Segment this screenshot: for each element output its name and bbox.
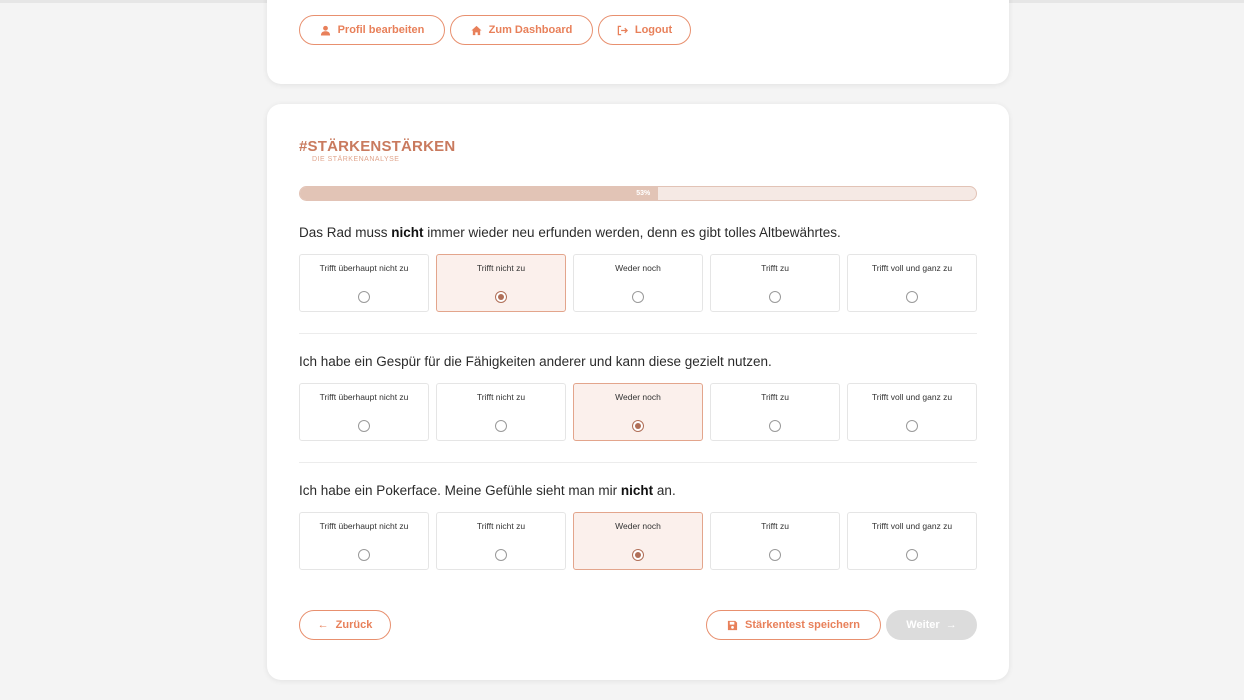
answer-option-label: Trifft voll und ganz zu [871,263,953,273]
answer-option[interactable]: Trifft zu [710,254,840,312]
radio-button[interactable] [906,420,918,432]
edit-profile-label: Profil bearbeiten [337,24,425,36]
answer-option[interactable]: Trifft zu [710,383,840,441]
radio-button[interactable] [769,420,781,432]
logout-button[interactable]: Logout [598,15,691,45]
question-3: Ich habe ein Pokerface. Meine Gefühle si… [299,483,979,570]
question-1: Das Rad muss nicht immer wieder neu erfu… [299,225,979,312]
logout-icon [617,25,628,35]
answer-option-label: Trifft überhaupt nicht zu [319,521,409,531]
answer-option[interactable]: Weder noch [573,254,703,312]
answer-option[interactable]: Trifft nicht zu [436,512,566,570]
back-label: Zurück [335,619,373,631]
answer-option[interactable]: Trifft nicht zu [436,383,566,441]
answer-option[interactable]: Trifft voll und ganz zu [847,512,977,570]
question-text: Das Rad muss nicht immer wieder neu erfu… [299,225,841,240]
answer-option[interactable]: Trifft voll und ganz zu [847,254,977,312]
radio-button[interactable] [769,549,781,561]
radio-button[interactable] [906,291,918,303]
answer-option-label: Trifft zu [761,521,789,531]
answer-option-label: Trifft nicht zu [476,263,526,273]
radio-button[interactable] [632,549,644,561]
answer-option-label: Weder noch [615,263,661,273]
save-test-button[interactable]: Stärkentest speichern [706,610,881,640]
answer-option-label: Trifft nicht zu [476,521,526,531]
answer-option[interactable]: Trifft nicht zu [436,254,566,312]
answer-option-label: Trifft nicht zu [476,392,526,402]
radio-button[interactable] [769,291,781,303]
edit-profile-button[interactable]: Profil bearbeiten [299,15,445,45]
radio-button[interactable] [495,420,507,432]
answer-option[interactable]: Trifft zu [710,512,840,570]
progress-fill: 53% [300,187,659,200]
divider [299,333,977,334]
answer-option-label: Trifft zu [761,263,789,273]
answer-options: Trifft überhaupt nicht zu Trifft nicht zu… [299,254,979,312]
question-text: Ich habe ein Pokerface. Meine Gefühle si… [299,483,676,498]
answer-option-label: Weder noch [615,392,661,402]
user-icon [320,25,330,36]
progress-bar: 53% [299,186,977,201]
answer-option-label: Trifft überhaupt nicht zu [319,392,409,402]
profile-card: Profil bearbeiten Zum Dashboard Logout [267,0,1009,84]
arrow-right-icon: → [945,619,957,631]
radio-button[interactable] [495,291,507,303]
answer-option-label: Trifft zu [761,392,789,402]
next-label: Weiter [906,619,940,631]
logout-label: Logout [634,24,673,36]
answer-option[interactable]: Trifft überhaupt nicht zu [299,254,429,312]
dashboard-label: Zum Dashboard [488,24,573,36]
answer-option-label: Trifft voll und ganz zu [871,521,953,531]
answer-option-label: Trifft voll und ganz zu [871,392,953,402]
next-button[interactable]: Weiter → [886,610,977,640]
divider [299,462,977,463]
radio-button[interactable] [495,549,507,561]
dashboard-button[interactable]: Zum Dashboard [450,15,593,45]
radio-button[interactable] [632,291,644,303]
save-icon [727,620,738,630]
answer-option[interactable]: Trifft überhaupt nicht zu [299,512,429,570]
save-test-label: Stärkentest speichern [745,619,860,631]
answer-option[interactable]: Weder noch [573,512,703,570]
arrow-left-icon: ← [317,619,329,631]
answer-options: Trifft überhaupt nicht zu Trifft nicht zu… [299,383,979,441]
radio-button[interactable] [358,549,370,561]
radio-button[interactable] [358,420,370,432]
home-icon [471,25,482,35]
back-button[interactable]: ← Zurück [299,610,391,640]
radio-button[interactable] [358,291,370,303]
brand-logo-title: #STÄRKENSTÄRKEN [299,138,456,155]
question-text: Ich habe ein Gespür für die Fähigkeiten … [299,354,772,369]
answer-options: Trifft überhaupt nicht zu Trifft nicht zu… [299,512,979,570]
radio-button[interactable] [632,420,644,432]
answer-option[interactable]: Trifft überhaupt nicht zu [299,383,429,441]
answer-option[interactable]: Weder noch [573,383,703,441]
questionnaire-card: #STÄRKENSTÄRKEN DIE STÄRKENANALYSE 53% D… [267,104,1009,680]
brand-logo-subtitle: DIE STÄRKENANALYSE [312,156,400,163]
answer-option-label: Weder noch [615,521,661,531]
answer-option-label: Trifft überhaupt nicht zu [319,263,409,273]
radio-button[interactable] [906,549,918,561]
question-2: Ich habe ein Gespür für die Fähigkeiten … [299,354,979,441]
progress-label: 53% [636,190,651,197]
answer-option[interactable]: Trifft voll und ganz zu [847,383,977,441]
